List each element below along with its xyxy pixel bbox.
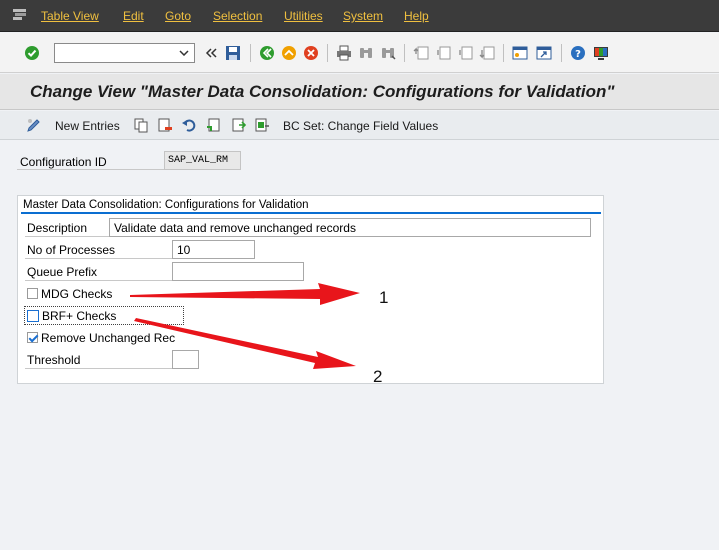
copy-icon[interactable] [133, 117, 149, 133]
brf-checks-row[interactable]: BRF+ Checks [27, 306, 116, 325]
description-field[interactable]: Validate data and remove unchanged recor… [109, 218, 591, 237]
help-icon[interactable]: ? [569, 44, 587, 62]
queue-prefix-field[interactable] [172, 262, 304, 281]
menu-selection[interactable]: Selection [213, 9, 262, 23]
save-icon[interactable] [224, 44, 242, 62]
menu-bar: Table View Edit Goto Selection Utilities… [0, 0, 719, 32]
validation-config-group: Master Data Consolidation: Configuration… [17, 195, 604, 384]
annotation-label-1: 1 [379, 288, 389, 307]
annotation-label-2: 2 [373, 367, 383, 386]
configuration-id-value: SAP_VAL_RM [164, 151, 241, 170]
undo-icon[interactable] [181, 117, 197, 133]
remove-unchanged-label: Remove Unchanged Rec [41, 330, 176, 345]
remove-unchanged-checkbox[interactable] [27, 332, 38, 343]
cancel-icon[interactable] [302, 44, 320, 62]
toolbar-separator [404, 44, 405, 62]
back-arrows-icon[interactable] [202, 44, 220, 62]
new-entries-button[interactable]: New Entries [55, 119, 120, 133]
menu-system[interactable]: System [343, 9, 383, 23]
find-icon[interactable] [357, 44, 375, 62]
exit-icon[interactable] [280, 44, 298, 62]
command-input[interactable] [55, 44, 173, 62]
mdg-checks-row[interactable]: MDG Checks [27, 284, 112, 303]
title-bar: Change View "Master Data Consolidation: … [0, 74, 719, 110]
menu-utilities[interactable]: Utilities [284, 9, 323, 23]
layout-menu-icon[interactable] [592, 44, 610, 62]
menu-edit[interactable]: Edit [123, 9, 144, 23]
toolbar-separator [327, 44, 328, 62]
threshold-field[interactable] [172, 350, 199, 369]
select-all-icon[interactable] [206, 117, 222, 133]
command-dropdown-icon[interactable] [176, 45, 192, 61]
toolbar-separator [250, 44, 251, 62]
group-title-underline [21, 212, 601, 214]
delete-icon[interactable] [157, 117, 173, 133]
enter-icon[interactable] [23, 44, 41, 62]
display-change-icon[interactable] [26, 117, 42, 133]
svg-text:?: ? [575, 49, 581, 60]
print-icon[interactable] [335, 44, 353, 62]
deselect-all-icon[interactable] [254, 117, 270, 133]
mdg-checks-label: MDG Checks [41, 286, 113, 301]
queue-prefix-label: Queue Prefix [25, 262, 172, 281]
processes-field[interactable]: 10 [172, 240, 255, 259]
brf-checks-label: BRF+ Checks [42, 308, 117, 323]
page-title: Change View "Master Data Consolidation: … [30, 82, 615, 101]
configuration-id-label: Configuration ID [17, 151, 164, 170]
remove-unchanged-row[interactable]: Remove Unchanged Rec [27, 328, 175, 347]
create-session-icon[interactable] [511, 44, 529, 62]
find-next-icon[interactable] [379, 44, 397, 62]
threshold-label: Threshold [25, 350, 172, 369]
description-label: Description [25, 218, 109, 237]
processes-label: No of Processes [25, 240, 172, 259]
system-menu-icon[interactable] [12, 8, 28, 22]
last-page-icon[interactable] [478, 44, 496, 62]
system-toolbar: ? [0, 33, 719, 73]
toolbar-separator [561, 44, 562, 62]
bc-set-button[interactable]: BC Set: Change Field Values [283, 119, 438, 133]
menu-help[interactable]: Help [404, 9, 429, 23]
command-field[interactable] [54, 43, 195, 63]
first-page-icon[interactable] [412, 44, 430, 62]
mdg-checks-checkbox[interactable] [27, 288, 38, 299]
back-icon[interactable] [258, 44, 276, 62]
toolbar-separator [503, 44, 504, 62]
shortcut-icon[interactable] [535, 44, 553, 62]
previous-page-icon[interactable] [434, 44, 452, 62]
group-title: Master Data Consolidation: Configuration… [23, 199, 309, 211]
application-toolbar: New Entries BC Set: Change Field Values [0, 111, 719, 140]
next-page-icon[interactable] [456, 44, 474, 62]
menu-goto[interactable]: Goto [165, 9, 191, 23]
brf-checks-checkbox[interactable] [27, 309, 39, 322]
select-block-icon[interactable] [231, 117, 247, 133]
menu-table-view[interactable]: Table View [41, 9, 99, 23]
